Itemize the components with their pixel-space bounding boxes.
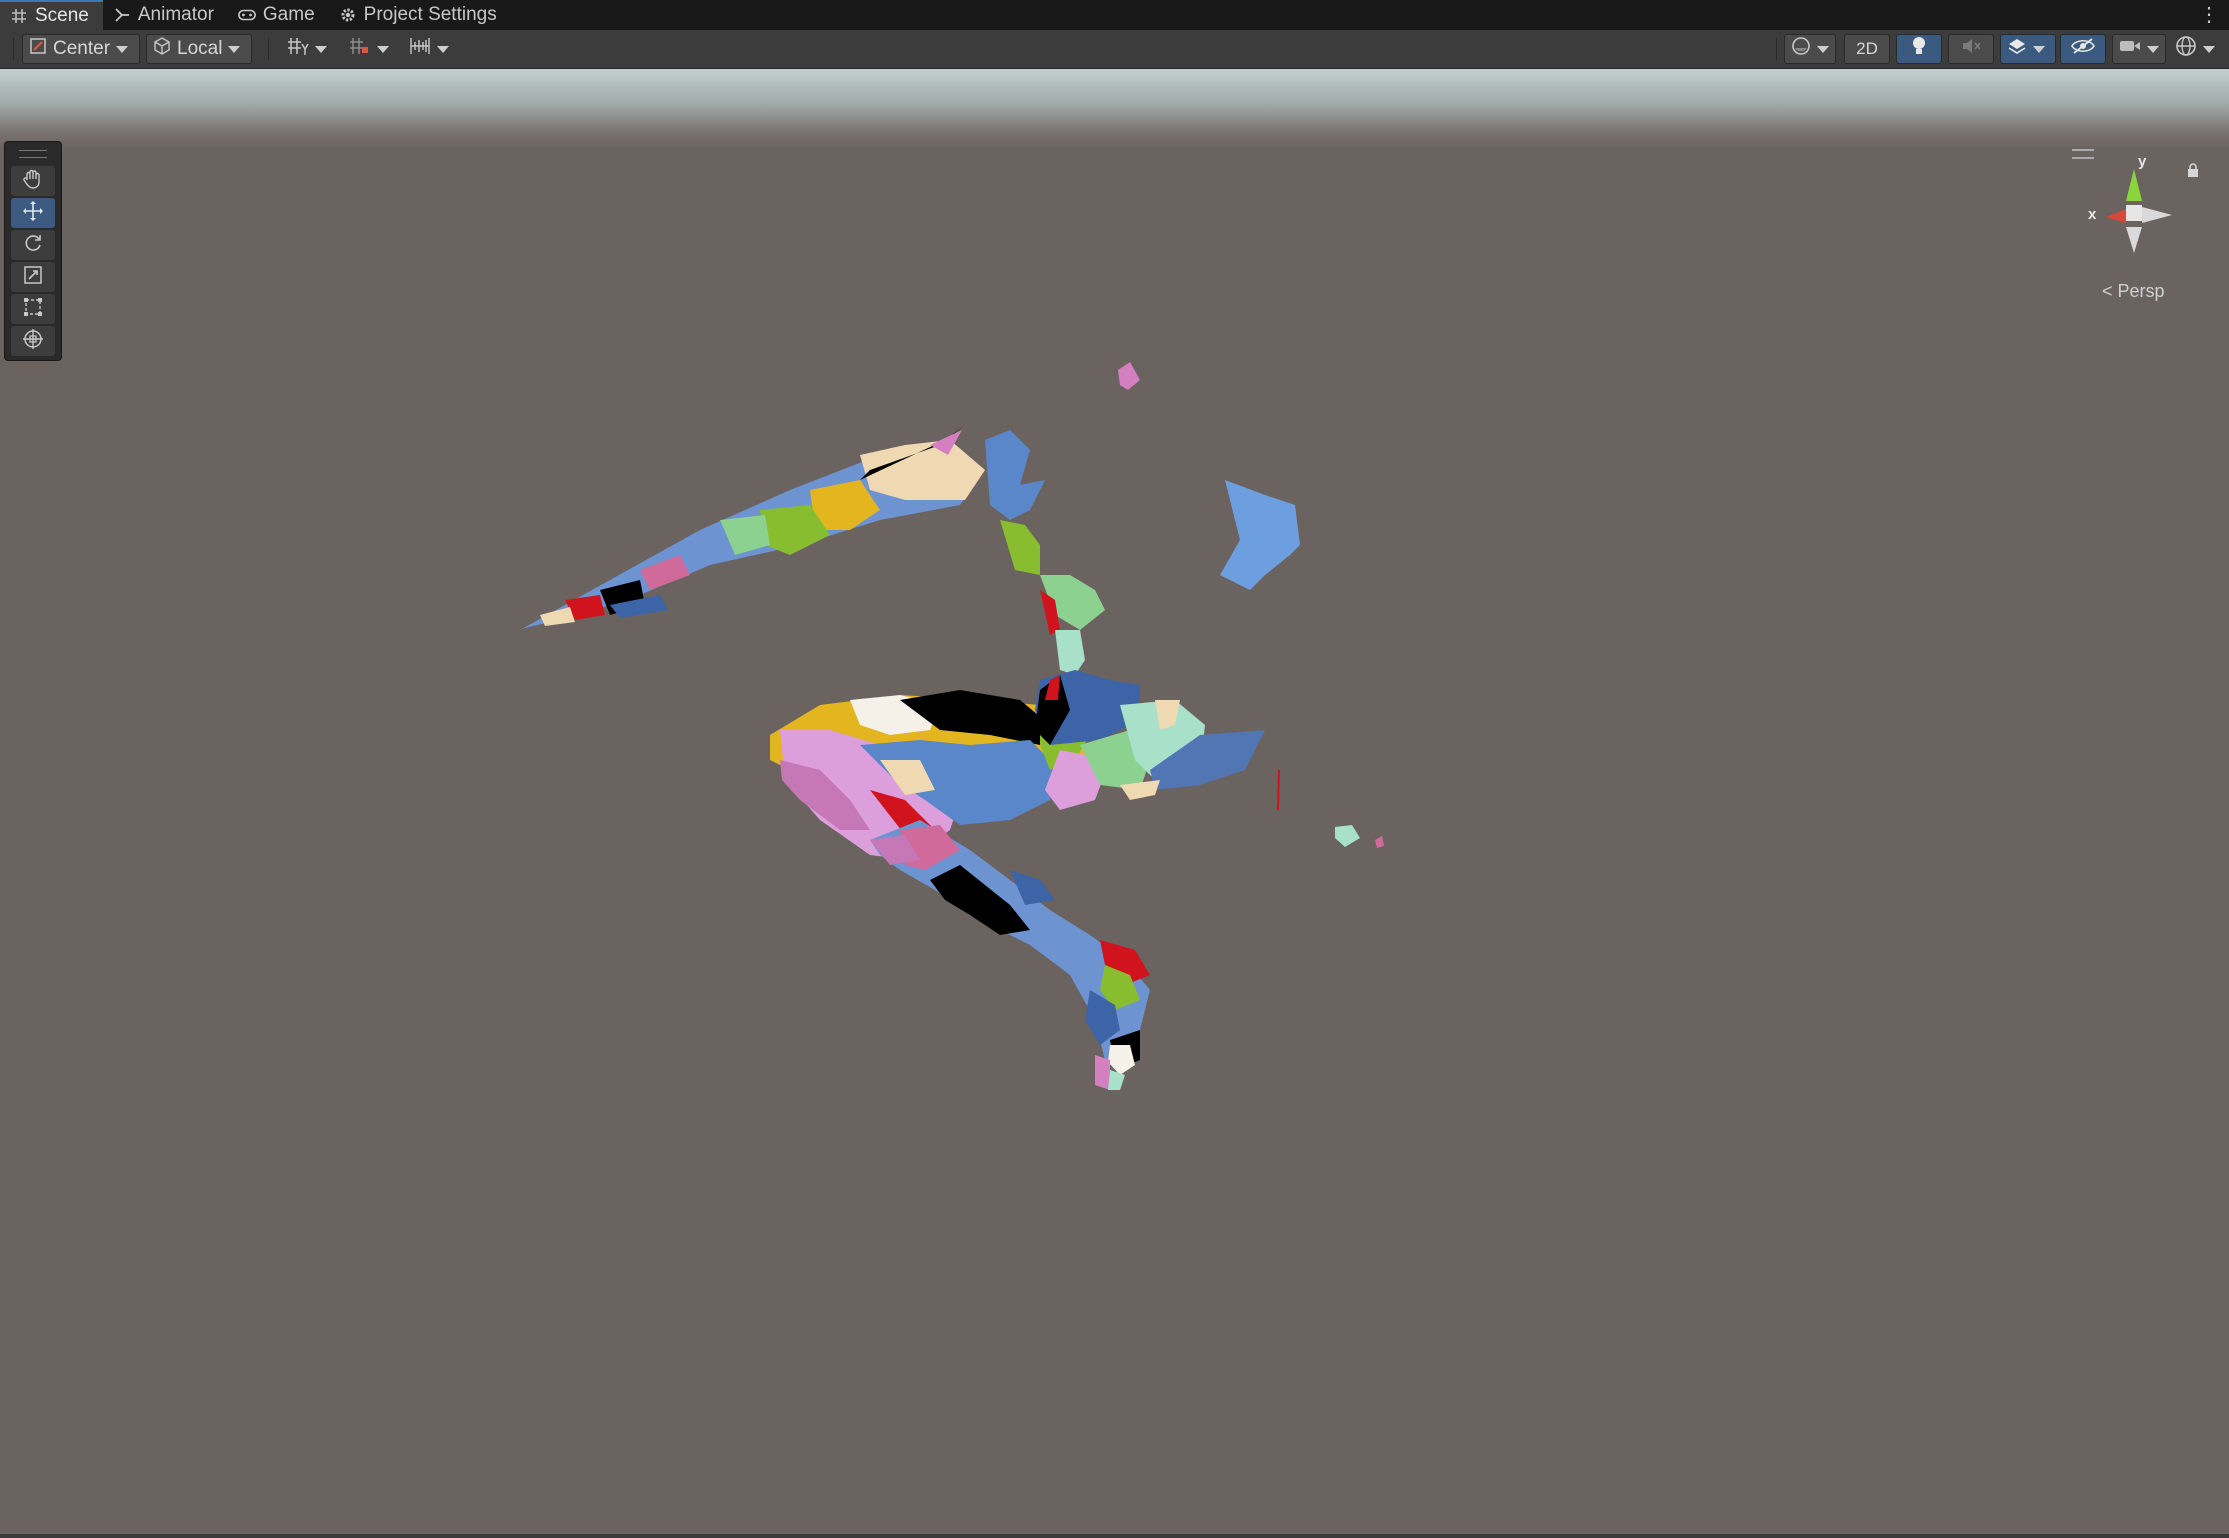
transform-tools-palette bbox=[4, 141, 62, 361]
scene-mesh-view[interactable] bbox=[0, 69, 2229, 1534]
tab-animator[interactable]: Animator bbox=[103, 0, 228, 30]
tab-scene-label: Scene bbox=[35, 5, 89, 26]
tab-scene[interactable]: Scene bbox=[0, 0, 103, 30]
chevron-down-icon bbox=[437, 45, 449, 53]
upper-limb-mesh bbox=[520, 425, 985, 630]
chevron-down-icon bbox=[315, 45, 327, 53]
layers-icon bbox=[2007, 37, 2027, 61]
more-options-icon[interactable]: ⋮ bbox=[2199, 2, 2219, 27]
chevron-left-icon: < bbox=[2102, 281, 2113, 301]
gizmo-center-cube bbox=[2126, 205, 2142, 221]
scene-viewport[interactable]: y x < Persp bbox=[0, 69, 2229, 1534]
pivot-center-icon bbox=[29, 37, 47, 61]
snap-increment-icon bbox=[349, 36, 371, 62]
tab-animator-label: Animator bbox=[137, 4, 214, 25]
chevron-down-icon bbox=[2147, 45, 2159, 53]
increment-snap-button[interactable] bbox=[342, 34, 398, 64]
pivot-rotation-dropdown[interactable]: Local bbox=[146, 34, 252, 64]
orientation-gizmo[interactable] bbox=[2070, 149, 2190, 259]
chevron-down-icon bbox=[2203, 45, 2215, 53]
transform-globe-icon bbox=[22, 328, 44, 355]
gizmo-x-label: x bbox=[2088, 206, 2097, 223]
gear-icon bbox=[339, 6, 357, 24]
torso-strand-mesh bbox=[985, 430, 1105, 675]
toggle-2d-button[interactable]: 2D bbox=[1844, 34, 1890, 64]
editor-tab-bar: Scene Animator Game Project Settings ⋮ bbox=[0, 0, 2229, 30]
hand-icon bbox=[22, 168, 44, 195]
rect-tool-button[interactable] bbox=[11, 294, 55, 324]
chevron-down-icon bbox=[228, 45, 241, 53]
lower-limb-mesh bbox=[870, 820, 1150, 1090]
grid-snap-icon bbox=[287, 36, 309, 62]
projection-toggle[interactable]: < Persp bbox=[2102, 281, 2165, 302]
gizmo-y-cone bbox=[2126, 169, 2142, 201]
pivot-mode-dropdown[interactable]: Center bbox=[22, 34, 140, 64]
align-snap-button[interactable] bbox=[402, 34, 458, 64]
chevron-down-icon bbox=[116, 45, 129, 53]
toolbar-separator bbox=[1776, 38, 1777, 60]
hand-tool-button[interactable] bbox=[11, 166, 55, 196]
gizmo-neg-y-cone bbox=[2126, 227, 2142, 253]
speaker-muted-icon bbox=[1961, 37, 1981, 61]
rotate-icon bbox=[22, 232, 44, 259]
gizmos-dropdown[interactable] bbox=[2168, 34, 2226, 64]
grid-icon bbox=[10, 7, 28, 25]
projection-label: Persp bbox=[2117, 281, 2165, 301]
palette-grip[interactable] bbox=[19, 150, 47, 158]
scale-icon bbox=[22, 264, 44, 291]
effects-dropdown[interactable] bbox=[2000, 34, 2056, 64]
animator-icon bbox=[113, 6, 131, 24]
grid-snapping-button[interactable] bbox=[280, 34, 338, 64]
tab-game-label: Game bbox=[262, 4, 315, 25]
scene-toolbar: Center Local 2D bbox=[0, 30, 2229, 69]
chevron-down-icon bbox=[1817, 45, 1829, 53]
lighting-toggle-button[interactable] bbox=[1896, 34, 1942, 64]
toolbar-separator bbox=[13, 38, 14, 60]
shading-sphere-icon bbox=[1791, 36, 1811, 62]
tab-project-settings[interactable]: Project Settings bbox=[329, 0, 511, 30]
move-arrows-icon bbox=[22, 200, 44, 227]
gizmo-y-label: y bbox=[2138, 153, 2147, 170]
toolbar-separator bbox=[268, 38, 269, 60]
scene-visibility-button[interactable] bbox=[2060, 34, 2106, 64]
transform-tool-button[interactable] bbox=[11, 326, 55, 356]
rect-transform-icon bbox=[22, 296, 44, 323]
pivot-mode-label: Center bbox=[53, 38, 111, 59]
gamepad-icon bbox=[237, 6, 256, 24]
camera-settings-dropdown[interactable] bbox=[2112, 34, 2166, 64]
tab-project-settings-label: Project Settings bbox=[363, 4, 497, 25]
gizmo-globe-icon bbox=[2175, 35, 2197, 63]
rotate-tool-button[interactable] bbox=[11, 230, 55, 260]
gizmo-neg-x-cone bbox=[2142, 207, 2172, 223]
move-tool-button[interactable] bbox=[11, 198, 55, 228]
toggle-2d-label: 2D bbox=[1856, 39, 1878, 58]
chevron-down-icon bbox=[2033, 45, 2045, 53]
pivot-rotation-label: Local bbox=[177, 38, 223, 59]
draw-mode-dropdown[interactable] bbox=[1784, 34, 1836, 64]
gizmo-x-cone bbox=[2106, 209, 2126, 223]
cube-icon bbox=[153, 37, 171, 61]
camera-icon bbox=[2119, 38, 2141, 60]
tab-game[interactable]: Game bbox=[228, 0, 329, 30]
audio-toggle-button[interactable] bbox=[1948, 34, 1994, 64]
eye-hidden-icon bbox=[2071, 37, 2095, 61]
lightbulb-icon bbox=[1911, 36, 1927, 62]
ruler-icon bbox=[409, 36, 431, 62]
hip-loop-mesh bbox=[770, 670, 1265, 860]
viewport-bottom-border bbox=[0, 1534, 2229, 1538]
chevron-down-icon bbox=[377, 45, 389, 53]
scale-tool-button[interactable] bbox=[11, 262, 55, 292]
